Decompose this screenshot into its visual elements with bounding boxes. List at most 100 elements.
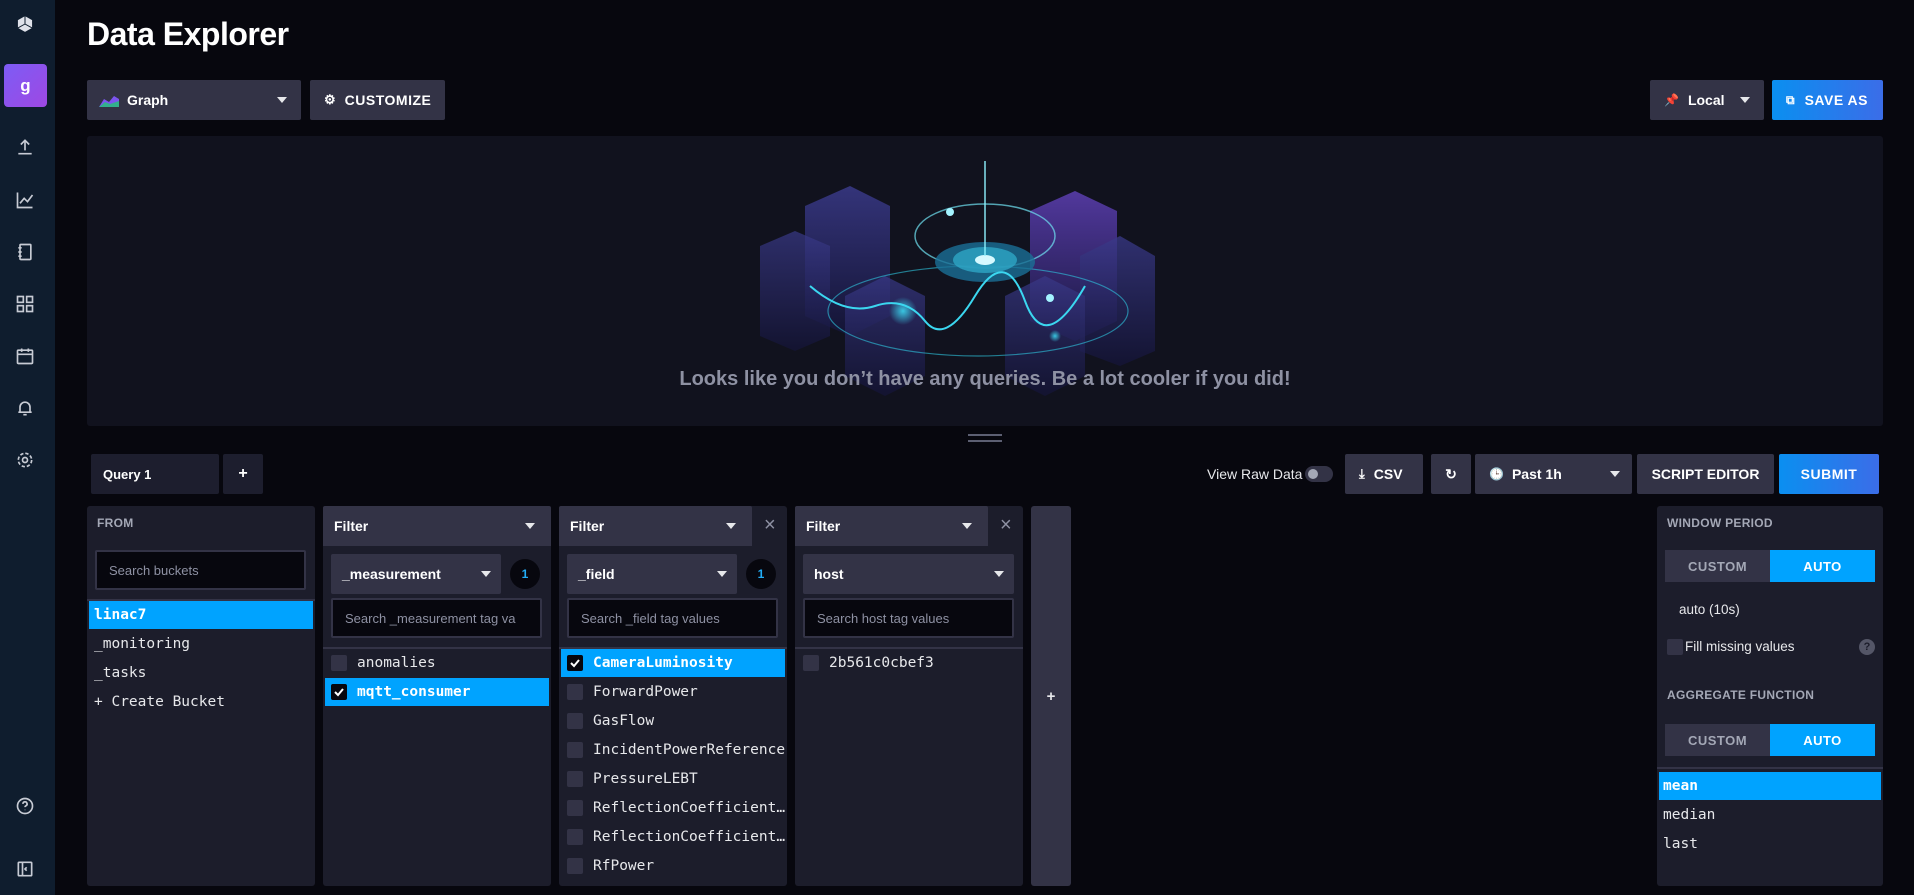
- tag-value-search-input[interactable]: Search host tag values: [803, 598, 1014, 638]
- chevron-down-icon: [277, 97, 287, 103]
- download-icon: ⤓: [1359, 466, 1365, 481]
- window-custom-option[interactable]: CUSTOM: [1665, 550, 1770, 582]
- tag-key-dropdown[interactable]: _field: [567, 554, 737, 594]
- tag-value-search-input[interactable]: Search _field tag values: [567, 598, 778, 638]
- filter-panel-host: Filter × host Search host tag values 2b5…: [795, 506, 1023, 886]
- filter-type-dropdown[interactable]: Filter: [559, 506, 752, 546]
- bucket-item[interactable]: linac7: [89, 601, 313, 629]
- save-as-label: SAVE AS: [1804, 92, 1868, 108]
- timezone-label: Local: [1687, 92, 1725, 108]
- checkbox[interactable]: [567, 713, 583, 729]
- logo-icon[interactable]: [13, 12, 37, 36]
- create-bucket-link[interactable]: + Create Bucket: [89, 688, 313, 716]
- tag-value-label: IncidentPowerReference: [593, 742, 785, 758]
- add-filter-button[interactable]: +: [1031, 506, 1071, 886]
- query-tab[interactable]: Query 1: [91, 454, 219, 494]
- filter-panel-field: Filter × _field 1 Search _field tag valu…: [559, 506, 787, 886]
- tag-key-label: _field: [578, 566, 615, 582]
- filter-type-dropdown[interactable]: Filter: [323, 506, 551, 546]
- fill-missing-label: Fill missing values: [1685, 639, 1795, 654]
- tag-value-item[interactable]: ForwardPower: [561, 678, 785, 706]
- help-icon[interactable]: [13, 794, 37, 818]
- filter-type-dropdown[interactable]: Filter: [795, 506, 988, 546]
- csv-download-button[interactable]: ⤓ CSV: [1345, 454, 1423, 494]
- refresh-button[interactable]: ↻: [1431, 454, 1471, 494]
- timezone-dropdown[interactable]: 📌 Local: [1650, 80, 1764, 120]
- bucket-item[interactable]: _monitoring: [89, 630, 313, 658]
- checkbox[interactable]: [567, 684, 583, 700]
- tag-value-item[interactable]: GasFlow: [561, 707, 785, 735]
- alerts-bell-icon[interactable]: [13, 396, 37, 420]
- checkbox-checked[interactable]: [567, 655, 583, 671]
- chevron-down-icon: [1740, 97, 1750, 103]
- tag-value-item[interactable]: CameraLuminosity: [561, 649, 785, 677]
- fill-missing-checkbox[interactable]: [1667, 639, 1683, 655]
- upload-icon[interactable]: [13, 135, 37, 159]
- chevron-down-icon: [726, 523, 736, 529]
- checkbox[interactable]: [567, 829, 583, 845]
- aggregate-auto-option[interactable]: AUTO: [1770, 724, 1875, 756]
- tag-value-item[interactable]: 2b561c0cbef3: [797, 649, 1021, 677]
- tag-key-dropdown[interactable]: _measurement: [331, 554, 501, 594]
- tag-key-label: _measurement: [342, 566, 441, 582]
- org-avatar[interactable]: g: [4, 64, 47, 107]
- window-auto-option[interactable]: AUTO: [1770, 550, 1875, 582]
- checkbox[interactable]: [567, 771, 583, 787]
- submit-button[interactable]: SUBMIT: [1779, 454, 1879, 494]
- aggregate-function-item[interactable]: last: [1659, 830, 1881, 858]
- selected-count-badge: 1: [510, 559, 540, 589]
- dashboard-icon[interactable]: [13, 292, 37, 316]
- script-editor-button[interactable]: SCRIPT EDITOR: [1637, 454, 1774, 494]
- add-query-button[interactable]: +: [223, 454, 263, 494]
- checkbox[interactable]: [567, 858, 583, 874]
- collapse-icon[interactable]: [13, 857, 37, 881]
- time-range-dropdown[interactable]: 🕒 Past 1h: [1475, 454, 1632, 494]
- vis-type-dropdown[interactable]: Graph: [87, 80, 301, 120]
- clock-icon: 🕒: [1489, 467, 1504, 481]
- time-range-label: Past 1h: [1511, 466, 1562, 482]
- from-panel: FROM Search buckets linac7 _monitoring _…: [87, 506, 315, 886]
- chevron-down-icon: [994, 571, 1004, 577]
- selected-count-badge: 1: [746, 559, 776, 589]
- tag-value-item[interactable]: IncidentPowerReference: [561, 736, 785, 764]
- checkbox[interactable]: [331, 655, 347, 671]
- tag-value-label: mqtt_consumer: [357, 684, 471, 700]
- window-period-label: WINDOW PERIOD: [1667, 516, 1773, 530]
- tag-value-search-input[interactable]: Search _measurement tag va: [331, 598, 542, 638]
- tag-value-item[interactable]: RfPower: [561, 852, 785, 880]
- aggregate-function-item[interactable]: mean: [1659, 772, 1881, 800]
- checkbox-checked[interactable]: [331, 684, 347, 700]
- check-icon: [570, 659, 580, 668]
- close-filter-icon[interactable]: ×: [1000, 515, 1016, 535]
- tasks-calendar-icon[interactable]: [13, 344, 37, 368]
- customize-button[interactable]: ⚙ CUSTOMIZE: [310, 80, 445, 120]
- settings-gear-icon[interactable]: [13, 448, 37, 472]
- empty-state-message: Looks like you don’t have any queries. B…: [679, 368, 1291, 390]
- graph-icon[interactable]: [13, 188, 37, 212]
- checkbox[interactable]: [803, 655, 819, 671]
- customize-label: CUSTOMIZE: [344, 92, 432, 108]
- aggregate-custom-option[interactable]: CUSTOM: [1665, 724, 1770, 756]
- tag-value-item[interactable]: mqtt_consumer: [325, 678, 549, 706]
- close-filter-icon[interactable]: ×: [764, 515, 780, 535]
- resize-handle[interactable]: [968, 434, 1002, 442]
- notebook-icon[interactable]: [13, 240, 37, 264]
- checkbox[interactable]: [567, 800, 583, 816]
- tag-value-item[interactable]: ReflectionCoefficient…: [561, 823, 785, 851]
- save-as-button[interactable]: ⧉ SAVE AS: [1772, 80, 1883, 120]
- tag-key-dropdown[interactable]: host: [803, 554, 1014, 594]
- aggregate-function-item[interactable]: median: [1659, 801, 1881, 829]
- window-auto-value: auto (10s): [1679, 602, 1740, 617]
- sidebar: g: [0, 0, 55, 895]
- tag-value-item[interactable]: anomalies: [325, 649, 549, 677]
- chevron-down-icon: [717, 571, 727, 577]
- tag-value-label: RfPower: [593, 858, 655, 874]
- bucket-search-input[interactable]: Search buckets: [95, 550, 306, 590]
- bucket-item[interactable]: _tasks: [89, 659, 313, 687]
- checkbox[interactable]: [567, 742, 583, 758]
- chevron-down-icon: [962, 523, 972, 529]
- tag-value-item[interactable]: ReflectionCoefficient…: [561, 794, 785, 822]
- view-raw-data-toggle[interactable]: [1305, 466, 1333, 482]
- tag-value-item[interactable]: PressureLEBT: [561, 765, 785, 793]
- help-tooltip-icon[interactable]: ?: [1859, 639, 1875, 655]
